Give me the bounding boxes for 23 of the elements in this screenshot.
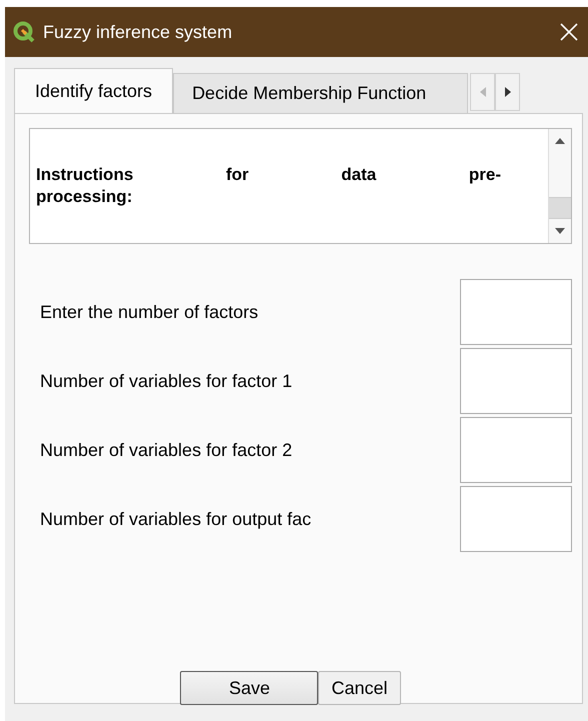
instructions-text: Instructions for data pre-processing:: [36, 164, 501, 208]
input-field[interactable]: [460, 486, 572, 552]
save-button[interactable]: Save: [180, 671, 318, 705]
right-arrow-icon: [504, 86, 512, 98]
window-title: Fuzzy inference system: [43, 22, 234, 42]
tab[interactable]: Decide Membership Function: [173, 73, 468, 113]
app-logo-icon: [13, 21, 35, 43]
tab[interactable]: Identify factors: [14, 68, 174, 113]
cancel-button[interactable]: Cancel: [318, 671, 401, 705]
input-field[interactable]: [460, 279, 572, 345]
close-icon[interactable]: [560, 23, 578, 41]
field-label: Number of variables for factor 2: [39, 440, 294, 460]
left-arrow-icon: [478, 86, 487, 98]
scrollbar[interactable]: [548, 129, 571, 243]
field-label: Number of variables for output fac: [39, 508, 312, 530]
field-label: Enter the number of factors: [39, 302, 260, 322]
field-label: Number of variables for factor 1: [39, 370, 294, 392]
down-arrow-icon[interactable]: [554, 227, 566, 235]
up-arrow-icon[interactable]: [554, 137, 566, 145]
input-field[interactable]: [460, 348, 572, 414]
tab-scroll-right-button[interactable]: [495, 73, 520, 111]
scrollbar-thumb[interactable]: [549, 197, 571, 219]
input-field[interactable]: [460, 417, 572, 483]
